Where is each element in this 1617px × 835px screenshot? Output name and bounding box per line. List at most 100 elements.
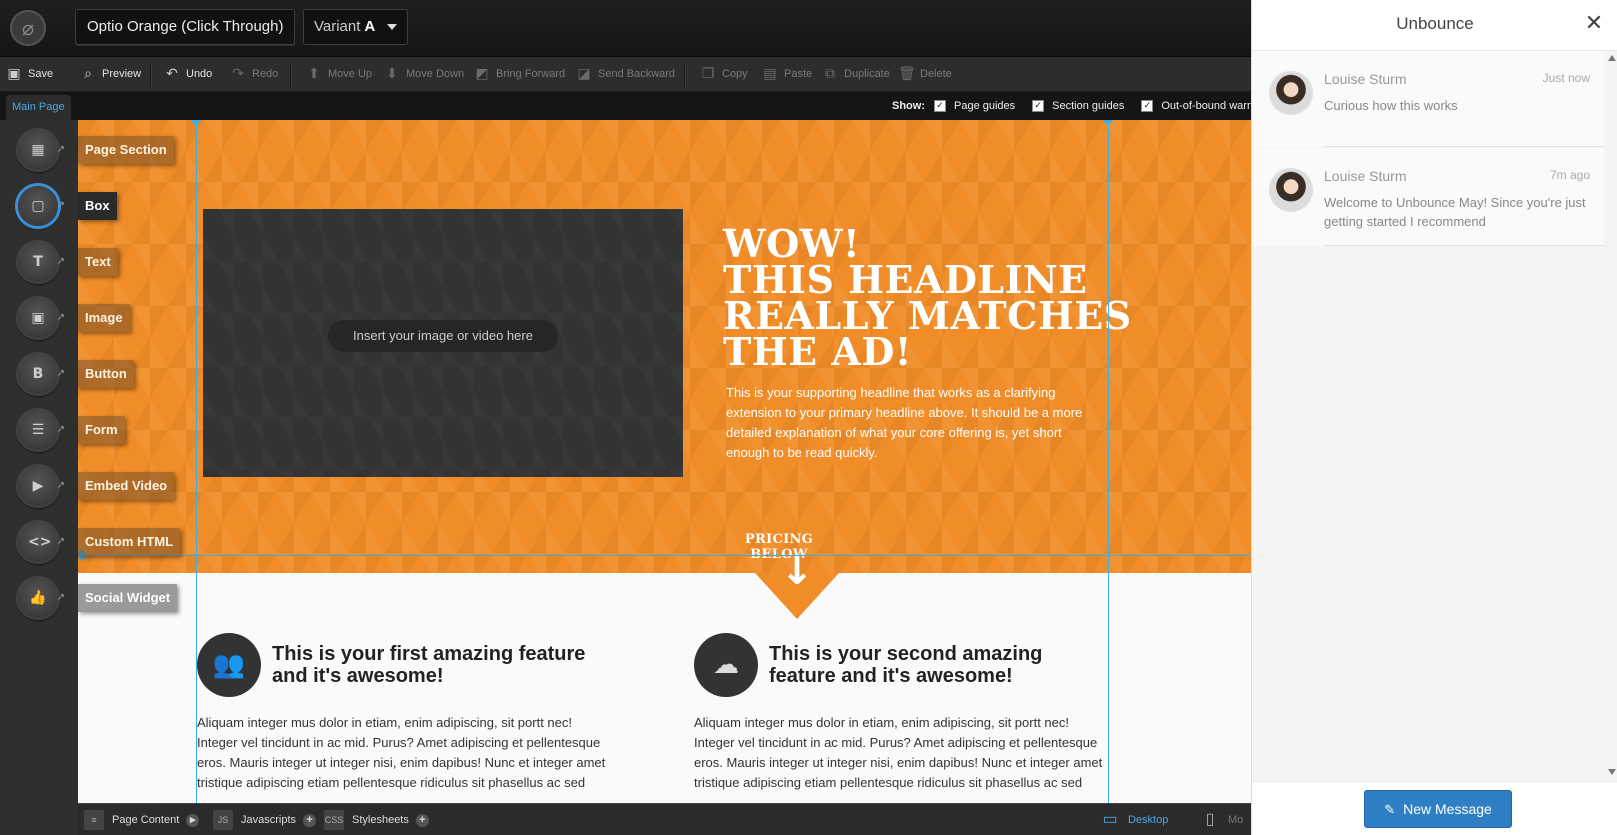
tool-box-button[interactable]: ▢ ↗ bbox=[18, 186, 65, 226]
chat-message[interactable]: Louise Sturm Just now Curious how this w… bbox=[1252, 51, 1604, 147]
image-icon: ▣ bbox=[31, 310, 45, 326]
page-content-button[interactable]: ≡ Page Content ▸ bbox=[84, 804, 200, 835]
chat-message[interactable]: Louise Sturm 7m ago Welcome to Unbounce … bbox=[1252, 148, 1604, 246]
preview-label: Preview bbox=[102, 68, 142, 80]
tool-embed-video-button[interactable]: ▶ ↗ bbox=[18, 466, 65, 506]
move-down-button[interactable]: ⬇ Move Down bbox=[384, 57, 464, 91]
trash-icon: 🗑 bbox=[898, 66, 916, 82]
close-icon[interactable]: ✕ bbox=[1582, 12, 1606, 36]
avatar bbox=[1270, 72, 1312, 114]
unbounce-logo-icon[interactable]: ⌀ bbox=[10, 10, 46, 46]
desktop-view-button[interactable]: ▭ Desktop bbox=[1100, 804, 1168, 835]
tool-image-button[interactable]: ▣ ↗ bbox=[18, 298, 65, 338]
tool-form-button[interactable]: ☰ ↗ bbox=[18, 410, 65, 450]
preview-button[interactable]: ⌕ Preview bbox=[80, 57, 141, 91]
show-label: Show: bbox=[892, 100, 925, 112]
page-guide-left bbox=[196, 120, 197, 803]
page-name-button[interactable]: Optio Orange (Click Through) bbox=[75, 9, 296, 45]
button-icon: B bbox=[32, 366, 44, 382]
add-icon: + bbox=[415, 813, 429, 827]
section-guides-label: Section guides bbox=[1052, 100, 1125, 112]
toolbar: ▣ Save ⌕ Preview ↶ Undo ↷ Redo ⬆ Move Up ⬇ Mov… bbox=[0, 57, 1251, 92]
javascripts-button[interactable]: JS Javascripts + bbox=[213, 804, 317, 835]
variant-value: A bbox=[364, 18, 376, 35]
tab-main-page[interactable]: Main Page bbox=[6, 95, 71, 120]
page-guide-right bbox=[1108, 120, 1109, 803]
code-icon: <> bbox=[28, 534, 52, 550]
feature-title: This is your first amazing feature and i… bbox=[272, 643, 586, 687]
chat-scrollbar[interactable] bbox=[1608, 55, 1616, 775]
scroll-up-icon[interactable] bbox=[1608, 55, 1616, 61]
scroll-down-icon[interactable] bbox=[1608, 769, 1616, 775]
move-up-label: Move Up bbox=[328, 68, 373, 80]
message-divider bbox=[1324, 245, 1604, 246]
drag-arrow-icon: ↗ bbox=[56, 592, 65, 603]
arrow-down-icon: ↓ bbox=[780, 548, 814, 594]
page-section-icon: ▦ bbox=[31, 142, 45, 158]
move-down-icon: ⬇ bbox=[386, 66, 398, 82]
delete-button[interactable]: 🗑 Delete bbox=[898, 57, 952, 91]
chat-title: Unbounce bbox=[1396, 14, 1474, 33]
tool-label[interactable]: Custom HTML bbox=[78, 528, 181, 556]
copy-label: Copy bbox=[722, 68, 748, 80]
chat-panel: Unbounce ✕ Louise Sturm Just now Curious… bbox=[1251, 0, 1617, 835]
tool-label[interactable]: Form bbox=[78, 416, 125, 444]
section-guides-checkbox[interactable]: ✓ bbox=[1032, 100, 1045, 112]
new-message-button[interactable]: ✎ New Message bbox=[1364, 790, 1512, 828]
tool-social-widget-button[interactable]: 👍 ↗ bbox=[18, 578, 65, 618]
tool-text-button[interactable]: T ↗ bbox=[18, 242, 65, 282]
bring-forward-button[interactable]: ◩ Bring Forward bbox=[474, 57, 565, 91]
desktop-label: Desktop bbox=[1128, 814, 1169, 826]
stylesheets-button[interactable]: CSS Stylesheets + bbox=[324, 804, 429, 835]
bottom-bar: ≡ Page Content ▸ JS Javascripts + CSS Stylesh… bbox=[78, 803, 1251, 835]
move-up-icon: ⬆ bbox=[308, 66, 320, 82]
top-bar: ⌀ Optio Orange (Click Through) Variant A bbox=[0, 0, 1251, 57]
js-icon: JS bbox=[213, 810, 233, 830]
undo-button[interactable]: ↶ Undo bbox=[164, 57, 212, 91]
page-canvas[interactable]: Insert your image or video here WOW! THI… bbox=[78, 120, 1251, 803]
tool-label[interactable]: Embed Video bbox=[78, 472, 175, 500]
javascripts-label: Javascripts bbox=[241, 814, 297, 826]
message-author: Louise Sturm bbox=[1324, 71, 1407, 87]
chevron-down-icon bbox=[387, 24, 398, 31]
page-guides-label: Page guides bbox=[954, 100, 1016, 112]
move-up-button[interactable]: ⬆ Move Up bbox=[306, 57, 372, 91]
cloud-upload-icon: ☁ bbox=[694, 633, 758, 697]
save-icon: ▣ bbox=[7, 66, 21, 82]
users-icon: 👥 bbox=[197, 633, 261, 697]
duplicate-button[interactable]: ⧉ Duplicate bbox=[822, 57, 890, 91]
send-backward-label: Send Backward bbox=[598, 68, 676, 80]
variant-dropdown[interactable]: Variant A bbox=[303, 9, 409, 45]
tool-custom-html-button[interactable]: <> ↗ bbox=[18, 522, 65, 562]
chat-header: Unbounce ✕ bbox=[1252, 0, 1617, 51]
hero-subheadline[interactable]: This is your supporting headline that wo… bbox=[726, 383, 1106, 463]
message-text: Welcome to Unbounce May! Since you're ju… bbox=[1324, 195, 1586, 229]
tool-label[interactable]: Page Section bbox=[78, 136, 174, 164]
copy-button[interactable]: ❐ Copy bbox=[700, 57, 748, 91]
redo-label: Redo bbox=[252, 68, 279, 80]
tool-label[interactable]: Text bbox=[78, 248, 118, 276]
tool-page-section-button[interactable]: ▦ ↗ bbox=[18, 130, 65, 170]
hero-headline[interactable]: WOW! THIS HEADLINE REALLY MATCHES THE AD… bbox=[723, 225, 1143, 371]
out-of-bound-checkbox[interactable]: ✓ bbox=[1141, 100, 1154, 112]
mobile-view-button[interactable]: ▯ Mo bbox=[1200, 804, 1244, 835]
duplicate-icon: ⧉ bbox=[825, 66, 835, 82]
tool-label[interactable]: Button bbox=[78, 360, 134, 388]
tool-label[interactable]: Social Widget bbox=[78, 584, 178, 612]
redo-button[interactable]: ↷ Redo bbox=[230, 57, 278, 91]
save-button[interactable]: ▣ Save bbox=[6, 57, 53, 91]
show-options: Show: ✓ Page guides ✓ Section guides ✓ Out-… bbox=[892, 92, 1273, 120]
drag-arrow-icon: ↗ bbox=[56, 368, 65, 379]
send-backward-button[interactable]: ◪ Send Backward bbox=[576, 57, 675, 91]
delete-label: Delete bbox=[920, 68, 952, 80]
paste-button[interactable]: ▤ Paste bbox=[762, 57, 812, 91]
drag-arrow-icon: ↗ bbox=[56, 424, 65, 435]
tool-label[interactable]: Image bbox=[78, 304, 130, 332]
bring-forward-label: Bring Forward bbox=[496, 68, 566, 80]
duplicate-label: Duplicate bbox=[844, 68, 890, 80]
page-guides-checkbox[interactable]: ✓ bbox=[934, 100, 946, 112]
tool-button-button[interactable]: B ↗ bbox=[18, 354, 65, 394]
stylesheets-label: Stylesheets bbox=[352, 814, 409, 826]
play-icon: ▸ bbox=[186, 813, 200, 827]
tool-label[interactable]: Box bbox=[78, 192, 117, 220]
